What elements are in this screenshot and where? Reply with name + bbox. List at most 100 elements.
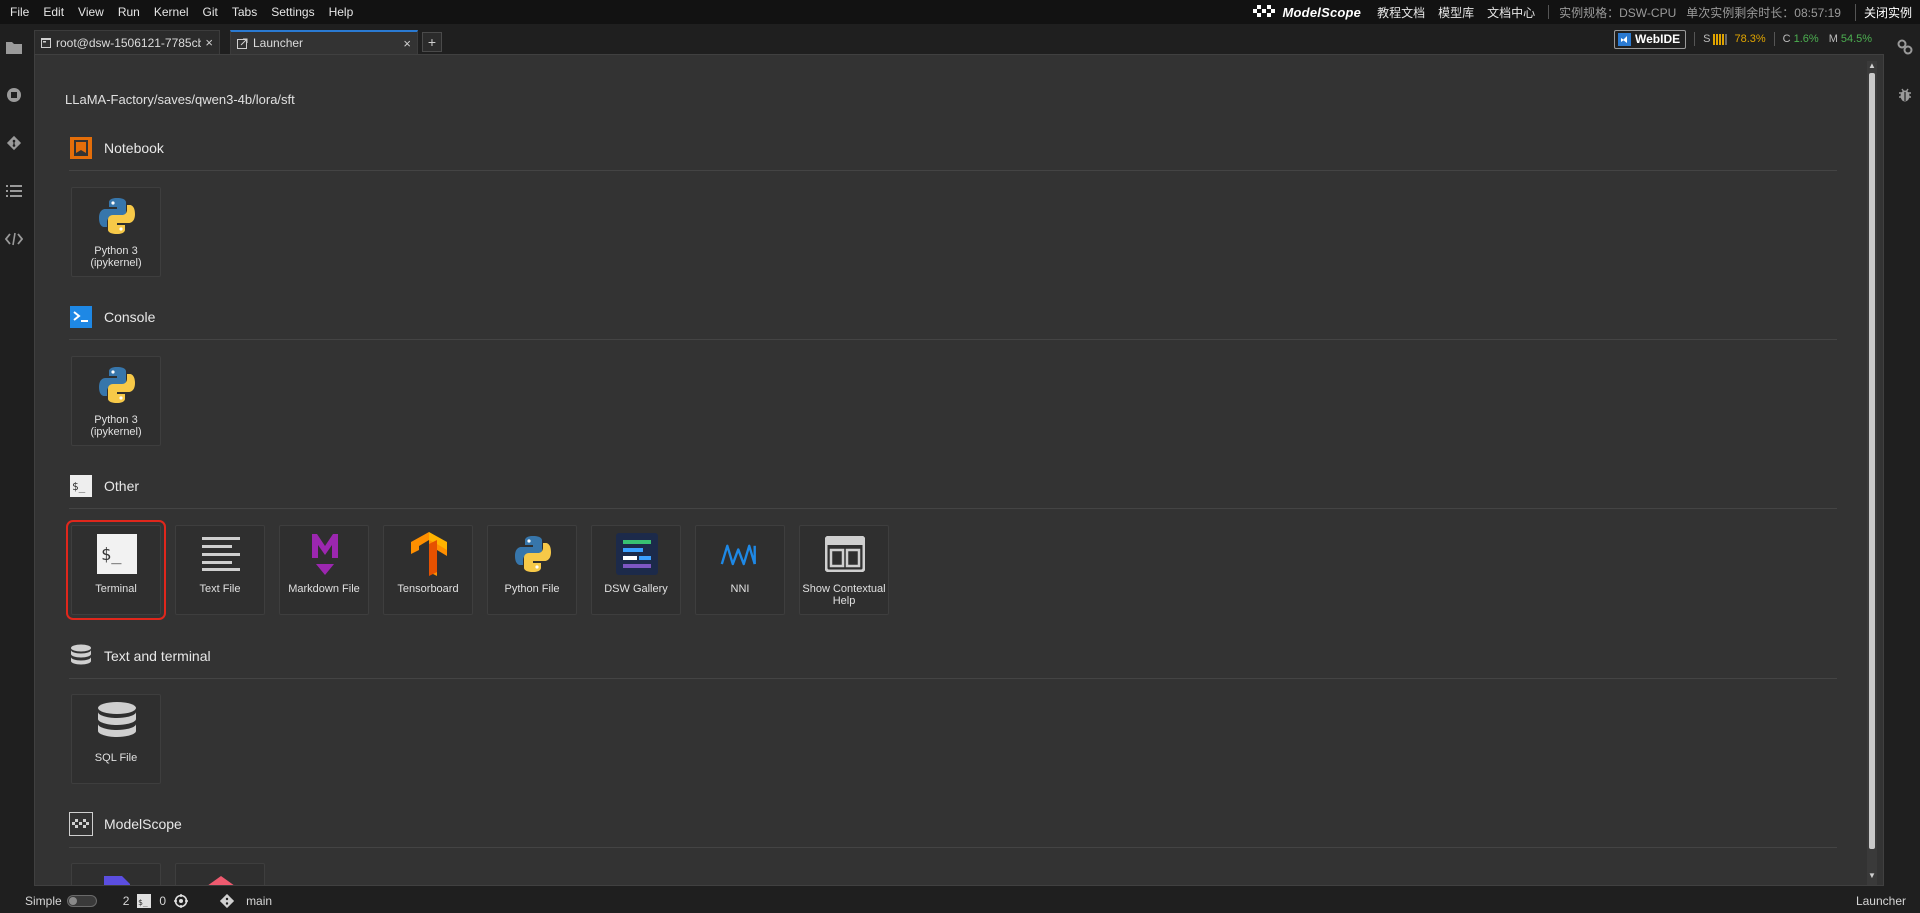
table-of-contents-icon[interactable] bbox=[4, 181, 24, 201]
scroll-up-arrow-icon[interactable]: ▲ bbox=[1868, 62, 1876, 70]
webide-button[interactable]: WebIDE bbox=[1614, 29, 1687, 49]
menu-settings[interactable]: Settings bbox=[264, 0, 321, 24]
text-file-card-label: Text File bbox=[199, 583, 241, 595]
tab-launcher-close-icon[interactable]: × bbox=[403, 36, 411, 51]
scroll-down-arrow-icon[interactable]: ▼ bbox=[1868, 872, 1876, 880]
brand-name: ModelScope bbox=[1282, 4, 1362, 20]
sql-file-card-label: SQL File bbox=[94, 752, 138, 764]
tab-launcher-label: Launcher bbox=[253, 36, 304, 50]
close-instance-button[interactable]: 关闭实例 bbox=[1854, 3, 1920, 21]
tab-bar: root@dsw-1506121-7785cb × Launcher × + bbox=[34, 28, 1890, 54]
dsw-gallery-card[interactable]: DSW Gallery bbox=[591, 525, 681, 615]
git-branch[interactable]: main bbox=[220, 894, 272, 908]
tab-terminal-close-icon[interactable]: × bbox=[205, 35, 213, 50]
terminal-count-value: 2 bbox=[122, 894, 130, 908]
nni-card[interactable]: NNI bbox=[695, 525, 785, 615]
running-sessions-icon[interactable] bbox=[4, 85, 24, 105]
divider bbox=[69, 847, 1837, 848]
tab-launcher[interactable]: Launcher × bbox=[230, 30, 418, 54]
menu-tabs[interactable]: Tabs bbox=[225, 0, 264, 24]
property-inspector-icon[interactable] bbox=[1896, 38, 1914, 56]
notebook-python3-card[interactable]: Python 3 (ipykernel) bbox=[71, 187, 161, 277]
git-icon[interactable] bbox=[4, 133, 24, 153]
tutorial-docs-link[interactable]: 教程文档 bbox=[1377, 4, 1425, 21]
menu-help[interactable]: Help bbox=[322, 0, 361, 24]
right-sidebar bbox=[1890, 24, 1920, 889]
tab-terminal-label: root@dsw-1506121-7785cb bbox=[56, 35, 201, 50]
menu-run[interactable]: Run bbox=[111, 0, 147, 24]
memory-usage: M 54.5% bbox=[1829, 33, 1872, 45]
markdown-file-card[interactable]: Markdown File bbox=[279, 525, 369, 615]
mem-letter: M bbox=[1828, 33, 1838, 45]
notebook-python3-label: Python 3 (ipykernel) bbox=[90, 245, 142, 269]
debugger-icon[interactable] bbox=[1896, 86, 1914, 104]
left-sidebar bbox=[0, 24, 28, 889]
section-console: Console bbox=[69, 305, 155, 329]
storage-value: 78.3% bbox=[1734, 33, 1766, 45]
contextual-help-card[interactable]: Show Contextual Help bbox=[799, 525, 889, 615]
kernel-icon bbox=[174, 894, 189, 908]
menu-kernel[interactable]: Kernel bbox=[147, 0, 196, 24]
console-python3-card[interactable]: Python 3 (ipykernel) bbox=[71, 356, 161, 446]
menu-bar: File Edit View Run Kernel Git Tabs Setti… bbox=[0, 0, 1920, 24]
git-branch-name: main bbox=[246, 894, 273, 908]
simple-mode-label: Simple bbox=[25, 894, 62, 908]
python-file-card[interactable]: Python File bbox=[487, 525, 577, 615]
section-other: $_ Other bbox=[69, 474, 139, 498]
storage-usage: S 78.3% bbox=[1703, 33, 1766, 45]
section-console-title: Console bbox=[104, 309, 156, 325]
modelscope-logo-icon bbox=[1252, 5, 1275, 17]
section-notebook-title: Notebook bbox=[104, 140, 164, 156]
sql-file-card[interactable]: SQL File bbox=[71, 694, 161, 784]
modelscope-brand[interactable]: ModelScope bbox=[1252, 4, 1362, 20]
scrollbar-thumb[interactable] bbox=[1869, 73, 1875, 849]
code-snippets-icon[interactable] bbox=[4, 229, 24, 249]
tensorboard-card[interactable]: Tensorboard bbox=[383, 525, 473, 615]
nni-card-label: NNI bbox=[730, 583, 750, 595]
divider bbox=[69, 170, 1837, 171]
webide-label: WebIDE bbox=[1635, 32, 1681, 46]
kernel-count-value: 0 bbox=[159, 894, 167, 908]
new-launcher-button[interactable]: + bbox=[422, 32, 442, 52]
folder-icon[interactable] bbox=[4, 37, 24, 57]
model-library-link[interactable]: 模型库 bbox=[1438, 4, 1474, 21]
section-notebook: Notebook bbox=[69, 136, 164, 160]
text-file-card[interactable]: Text File bbox=[175, 525, 265, 615]
section-text-terminal-title: Text and terminal bbox=[104, 648, 211, 664]
modelscope-icon bbox=[69, 812, 93, 836]
resource-indicators: WebIDE S 78.3% C 1.6% M 54.5% bbox=[1614, 29, 1872, 49]
remaining-time: 单次实例剩余时长：08:57:19 bbox=[1686, 5, 1841, 20]
kernel-count[interactable]: 0 bbox=[159, 894, 189, 908]
terminal-count[interactable]: 2 $_ bbox=[123, 894, 152, 908]
cpu-value: 1.6% bbox=[1793, 33, 1819, 45]
divider bbox=[69, 678, 1837, 679]
tab-terminal[interactable]: root@dsw-1506121-7785cb × bbox=[34, 30, 220, 54]
database-icon bbox=[69, 644, 93, 668]
contextual-help-card-label: Show Contextual Help bbox=[802, 583, 886, 607]
section-modelscope: ModelScope bbox=[69, 812, 182, 836]
modelscope-card-1[interactable] bbox=[71, 863, 161, 885]
divider bbox=[1548, 5, 1550, 19]
mem-value: 54.5% bbox=[1840, 33, 1873, 45]
menu-git[interactable]: Git bbox=[196, 0, 225, 24]
modelscope-card-2[interactable] bbox=[175, 863, 265, 885]
terminal-tab-icon bbox=[41, 37, 51, 48]
menu-file[interactable]: File bbox=[3, 0, 36, 24]
menu-view[interactable]: View bbox=[71, 0, 111, 24]
python-icon bbox=[96, 194, 138, 238]
dsw-gallery-icon bbox=[616, 532, 658, 576]
menu-edit[interactable]: Edit bbox=[36, 0, 71, 24]
storage-letter: S bbox=[1703, 33, 1711, 45]
simple-mode-toggle[interactable] bbox=[66, 895, 97, 907]
divider bbox=[1773, 32, 1775, 46]
terminal-card[interactable]: $_ Terminal bbox=[66, 520, 166, 620]
modelscope-app-icon bbox=[96, 870, 138, 885]
terminal-icon: $_ bbox=[137, 894, 152, 908]
current-activity: Launcher bbox=[1855, 894, 1906, 908]
section-other-title: Other bbox=[104, 478, 140, 494]
notebook-icon bbox=[69, 136, 93, 160]
docs-center-link[interactable]: 文档中心 bbox=[1487, 4, 1535, 21]
section-text-and-terminal: Text and terminal bbox=[69, 644, 211, 668]
text-file-icon bbox=[200, 532, 242, 576]
launcher-tab-icon bbox=[237, 38, 248, 49]
